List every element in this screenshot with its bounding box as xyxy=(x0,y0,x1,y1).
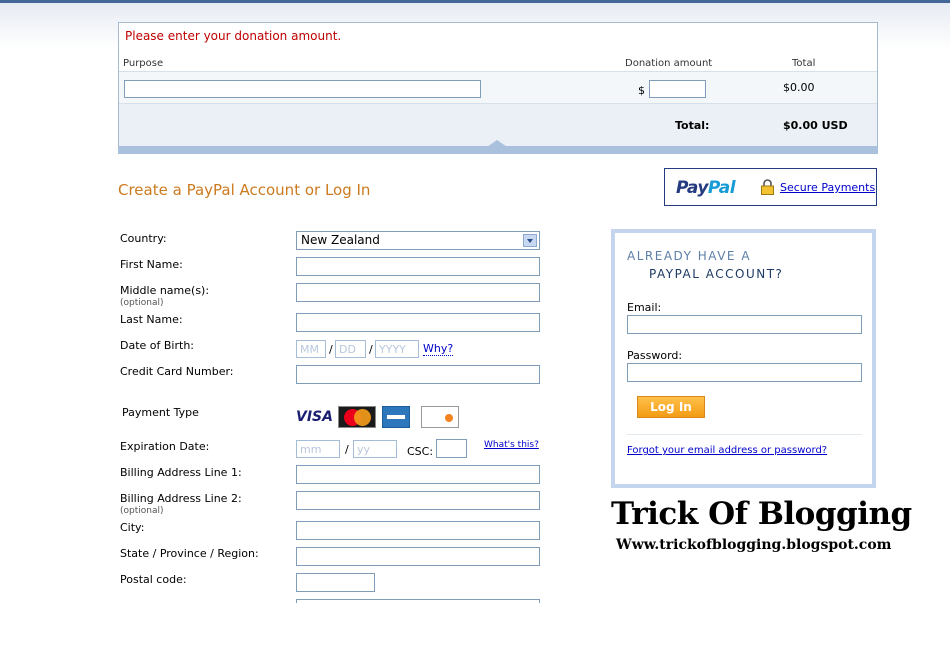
billing-line2-optional-note: (optional) xyxy=(120,506,164,516)
paypal-secure-badge: PayPal Secure Payments xyxy=(664,168,877,206)
postal-code-input[interactable] xyxy=(296,573,375,592)
watermark-url: Www.trickofblogging.blogspot.com xyxy=(616,537,892,553)
forgot-credentials-link[interactable]: Forgot your email address or password? xyxy=(627,445,827,456)
last-name-label: Last Name: xyxy=(120,313,183,326)
exp-year-input[interactable]: yy xyxy=(353,440,397,458)
login-heading-line1: ALREADY HAVE A xyxy=(627,249,752,263)
donation-amount-input[interactable] xyxy=(649,80,706,98)
login-button[interactable]: Log In xyxy=(637,396,705,418)
postal-code-label: Postal code: xyxy=(120,573,187,586)
login-panel: ALREADY HAVE A PAYPAL ACCOUNT? Email: Pa… xyxy=(611,229,876,488)
card-number-label: Credit Card Number: xyxy=(120,365,234,378)
card-number-input[interactable] xyxy=(296,365,540,384)
billing-line2-label: Billing Address Line 2: xyxy=(120,492,242,505)
password-field[interactable] xyxy=(627,363,862,382)
purpose-input[interactable] xyxy=(124,80,481,98)
email-label: Email: xyxy=(627,301,662,314)
donation-panel: Please enter your donation amount. Purpo… xyxy=(118,22,878,154)
first-name-input[interactable] xyxy=(296,257,540,276)
csc-label: CSC: xyxy=(407,445,434,458)
amex-card-icon xyxy=(382,406,410,428)
paypal-logo: PayPal xyxy=(676,178,736,198)
state-input[interactable] xyxy=(296,547,540,566)
login-heading-line2: PAYPAL ACCOUNT? xyxy=(649,267,784,281)
dob-year-input[interactable]: YYYY xyxy=(375,340,419,358)
total-value: $0.00 USD xyxy=(783,119,848,132)
column-header-purpose: Purpose xyxy=(123,58,164,69)
payment-type-label: Payment Type xyxy=(122,406,199,419)
middle-name-label: Middle name(s): xyxy=(120,284,210,297)
whats-this-link[interactable]: What's this? xyxy=(484,440,539,450)
billing-line1-input[interactable] xyxy=(296,465,540,484)
page-title: Create a PayPal Account or Log In xyxy=(118,181,371,199)
exp-month-input[interactable]: mm xyxy=(296,440,340,458)
error-message: Please enter your donation amount. xyxy=(125,29,342,43)
password-label: Password: xyxy=(627,349,683,362)
country-label: Country: xyxy=(120,232,167,245)
watermark-title: Trick Of Blogging xyxy=(611,496,912,532)
next-field-input[interactable] xyxy=(296,599,540,603)
city-label: City: xyxy=(120,521,145,534)
city-input[interactable] xyxy=(296,521,540,540)
dob-separator: / xyxy=(329,343,333,356)
chevron-down-icon[interactable] xyxy=(523,234,537,247)
first-name-label: First Name: xyxy=(120,258,183,271)
visa-card-icon: VISA xyxy=(296,409,333,425)
dob-day-input[interactable]: DD xyxy=(335,340,366,358)
total-label: Total: xyxy=(675,119,710,132)
csc-input[interactable] xyxy=(436,439,467,458)
paypal-logo-pay: Pay xyxy=(676,178,708,198)
billing-line2-input[interactable] xyxy=(296,491,540,510)
expiration-label: Expiration Date: xyxy=(120,440,210,453)
dob-label: Date of Birth: xyxy=(120,339,195,352)
exp-separator: / xyxy=(345,443,349,456)
column-header-total: Total xyxy=(792,58,816,69)
dob-separator: / xyxy=(369,343,373,356)
last-name-input[interactable] xyxy=(296,313,540,332)
mastercard-icon xyxy=(338,406,376,428)
secure-payments-link[interactable]: Secure Payments xyxy=(780,181,875,194)
divider xyxy=(627,434,862,435)
state-label: State / Province / Region: xyxy=(120,547,259,560)
billing-line1-label: Billing Address Line 1: xyxy=(120,466,242,479)
middle-name-optional-note: (optional) xyxy=(120,298,164,308)
why-link[interactable]: Why? xyxy=(423,342,454,356)
middle-name-input[interactable] xyxy=(296,283,540,302)
paypal-logo-pal: Pal xyxy=(707,178,736,198)
currency-symbol: $ xyxy=(638,84,645,97)
discover-card-icon xyxy=(421,406,459,428)
row-total-value: $0.00 xyxy=(783,81,815,94)
dob-month-input[interactable]: MM xyxy=(296,340,326,358)
lock-icon xyxy=(761,179,774,195)
country-select[interactable]: New Zealand xyxy=(296,231,540,250)
email-field[interactable] xyxy=(627,315,862,334)
country-selected-value: New Zealand xyxy=(301,233,380,247)
panel-bottom-bar xyxy=(118,146,878,154)
column-header-donation-amount: Donation amount xyxy=(625,58,713,69)
